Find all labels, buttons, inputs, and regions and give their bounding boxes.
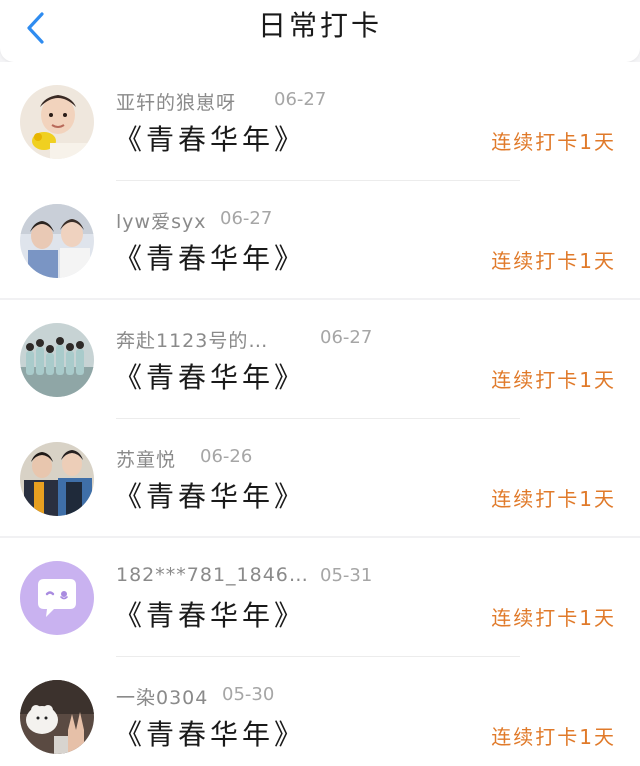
user-photo-icon — [20, 442, 94, 516]
top-bar: 日常打卡 — [0, 0, 640, 62]
avatar[interactable] — [20, 323, 94, 397]
user-photo-icon — [20, 323, 94, 397]
list-item[interactable]: 奔赴1123号的… 06-27 《青春华年》 连续打卡1天 — [0, 300, 640, 419]
user-name[interactable]: 182***781_1846… — [116, 564, 309, 586]
avatar[interactable] — [20, 85, 94, 159]
list-item[interactable]: 亚轩的狼崽呀 06-27 《青春华年》 连续打卡1天 — [0, 62, 640, 181]
user-photo-icon — [20, 204, 94, 278]
avatar[interactable] — [20, 561, 94, 635]
streak-label: 连续打卡1天 — [491, 725, 616, 749]
streak-label: 连续打卡1天 — [491, 130, 616, 154]
book-title[interactable]: 《青春华年》 — [114, 237, 306, 277]
book-title[interactable]: 《青春华年》 — [114, 356, 306, 396]
user-name[interactable]: 一染0304 — [116, 683, 208, 710]
list-item[interactable]: lyw爱syx 06-27 《青春华年》 连续打卡1天 — [0, 181, 640, 300]
default-chat-avatar-icon — [20, 561, 94, 635]
checkin-list: 亚轩的狼崽呀 06-27 《青春华年》 连续打卡1天 lyw爱syx 06-27… — [0, 62, 640, 766]
entry-date: 05-30 — [222, 684, 275, 705]
streak-label: 连续打卡1天 — [491, 249, 616, 273]
list-item[interactable]: 一染0304 05-30 《青春华年》 连续打卡1天 — [0, 657, 640, 766]
entry-date: 06-27 — [220, 208, 273, 229]
user-photo-icon — [20, 680, 94, 754]
user-name[interactable]: lyw爱syx — [116, 207, 206, 234]
book-title[interactable]: 《青春华年》 — [114, 713, 306, 753]
entry-date: 06-26 — [200, 446, 253, 467]
page-title: 日常打卡 — [257, 9, 382, 42]
avatar[interactable] — [20, 204, 94, 278]
book-title[interactable]: 《青春华年》 — [114, 475, 306, 515]
list-item[interactable]: 苏童悦 06-26 《青春华年》 连续打卡1天 — [0, 419, 640, 538]
user-name[interactable]: 亚轩的狼崽呀 — [116, 88, 236, 115]
book-title[interactable]: 《青春华年》 — [114, 118, 306, 158]
user-name[interactable]: 奔赴1123号的… — [116, 326, 268, 353]
streak-label: 连续打卡1天 — [491, 487, 616, 511]
streak-label: 连续打卡1天 — [491, 606, 616, 630]
user-name[interactable]: 苏童悦 — [116, 445, 176, 472]
streak-label: 连续打卡1天 — [491, 368, 616, 392]
entry-date: 06-27 — [274, 89, 327, 110]
book-title[interactable]: 《青春华年》 — [114, 594, 306, 634]
entry-date: 05-31 — [320, 565, 373, 586]
avatar[interactable] — [20, 442, 94, 516]
user-photo-icon — [20, 85, 94, 159]
entry-date: 06-27 — [320, 327, 373, 348]
list-item[interactable]: 182***781_1846… 05-31 《青春华年》 连续打卡1天 — [0, 538, 640, 657]
avatar[interactable] — [20, 680, 94, 754]
